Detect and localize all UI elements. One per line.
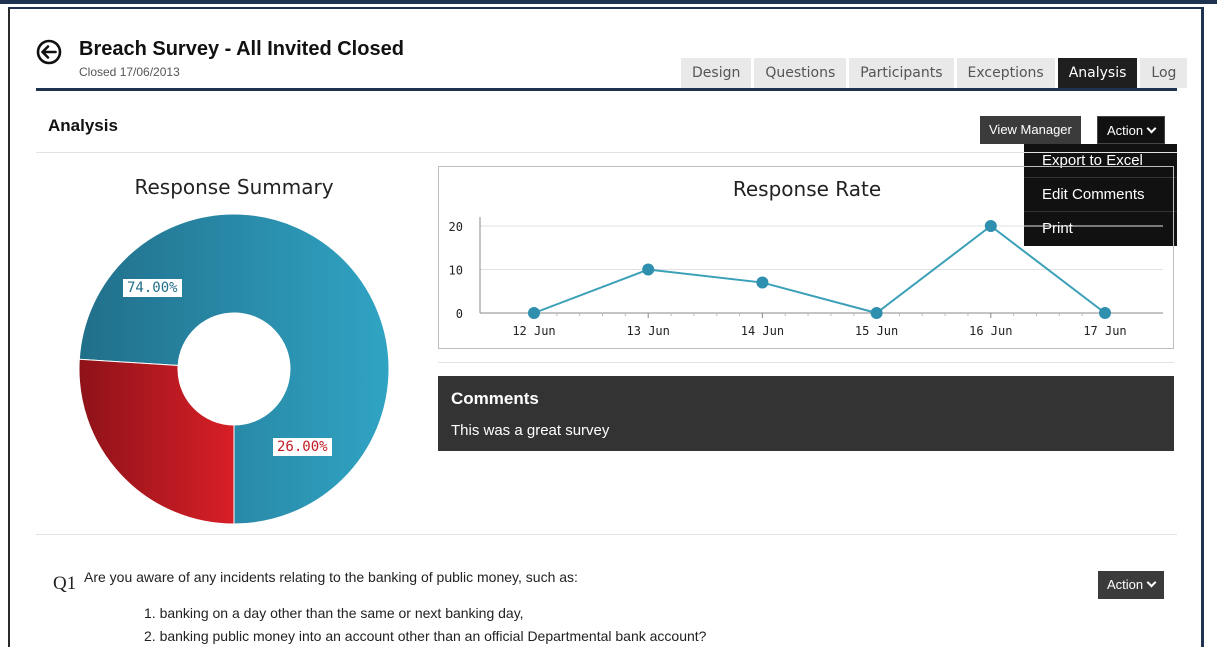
x-tick-label: 12 Jun <box>512 324 555 338</box>
y-tick-label: 20 <box>449 220 463 234</box>
question-divider <box>36 534 1177 535</box>
chevron-down-icon <box>1146 577 1157 588</box>
x-tick-label: 17 Jun <box>1083 324 1126 338</box>
comments-title: Comments <box>451 389 539 408</box>
x-tick-label: 14 Jun <box>741 324 784 338</box>
page-subtitle: Closed 17/06/2013 <box>79 65 180 79</box>
view-manager-button[interactable]: View Manager <box>980 116 1081 144</box>
data-point[interactable] <box>528 307 540 319</box>
back-arrow-icon[interactable] <box>36 39 62 65</box>
pie-chart-title: Response Summary <box>134 175 334 199</box>
line-chart-svg: Response Rate 0 10 20 12 Jun 13 Jun 14 Jun 15 … <box>449 177 1163 338</box>
response-rate-chart: Response Rate 0 10 20 12 Jun 13 Jun 14 Jun 15 … <box>438 166 1174 349</box>
question-text: Are you aware of any incidents relating … <box>84 569 578 585</box>
pie-svg <box>78 213 390 525</box>
tab-analysis[interactable]: Analysis <box>1057 58 1138 88</box>
tab-underline-rule <box>36 88 1177 91</box>
x-tick-label: 13 Jun <box>627 324 670 338</box>
x-tick-label: 16 Jun <box>969 324 1012 338</box>
question-list-item: 2. banking public money into an account … <box>144 628 707 644</box>
question-number: Q1 <box>53 573 77 594</box>
tab-participants[interactable]: Participants <box>849 58 954 88</box>
line-chart-title: Response Rate <box>733 177 881 201</box>
tab-log[interactable]: Log <box>1140 58 1188 88</box>
data-point[interactable] <box>1099 307 1111 319</box>
action-label: Action <box>1107 123 1144 138</box>
section-title: Analysis <box>48 116 118 135</box>
x-tick-label: 15 Jun <box>855 324 898 338</box>
page-title: Breach Survey - All Invited Closed <box>79 38 404 60</box>
question-action-button[interactable]: Action <box>1098 571 1165 599</box>
tab-design[interactable]: Design <box>681 58 752 88</box>
window-top-border <box>0 0 1217 4</box>
data-point[interactable] <box>984 220 997 232</box>
comments-text: This was a great survey <box>451 422 610 439</box>
pie-label-teal: 74.00% <box>123 279 182 297</box>
data-point[interactable] <box>642 263 655 276</box>
data-point[interactable] <box>756 276 769 289</box>
question-list-item: 1. banking on a day other than the same … <box>144 605 524 621</box>
chart-divider <box>438 362 1174 363</box>
data-point[interactable] <box>870 307 883 319</box>
question-action-label: Action <box>1107 577 1144 592</box>
y-tick-label: 0 <box>456 307 463 321</box>
window-left-border <box>8 8 10 647</box>
pie-label-red: 26.00% <box>273 438 332 456</box>
action-button[interactable]: Action <box>1097 116 1166 144</box>
question-list: 1. banking on a day other than the same … <box>144 605 706 647</box>
window-right-border <box>1201 8 1204 647</box>
tab-bar: Design Questions Participants Exceptions… <box>681 58 1188 88</box>
chevron-down-icon <box>1146 123 1157 134</box>
view-manager-label: View Manager <box>989 122 1072 137</box>
tab-exceptions[interactable]: Exceptions <box>956 58 1055 88</box>
response-summary-chart: 74.00% 26.00% <box>78 213 390 525</box>
section-divider <box>36 152 1177 153</box>
comments-panel: Comments This was a great survey <box>438 376 1174 451</box>
window-inner-top-border <box>8 7 1204 9</box>
tab-questions[interactable]: Questions <box>754 58 847 88</box>
pie-slice <box>78 358 235 525</box>
y-tick-label: 10 <box>449 264 463 278</box>
